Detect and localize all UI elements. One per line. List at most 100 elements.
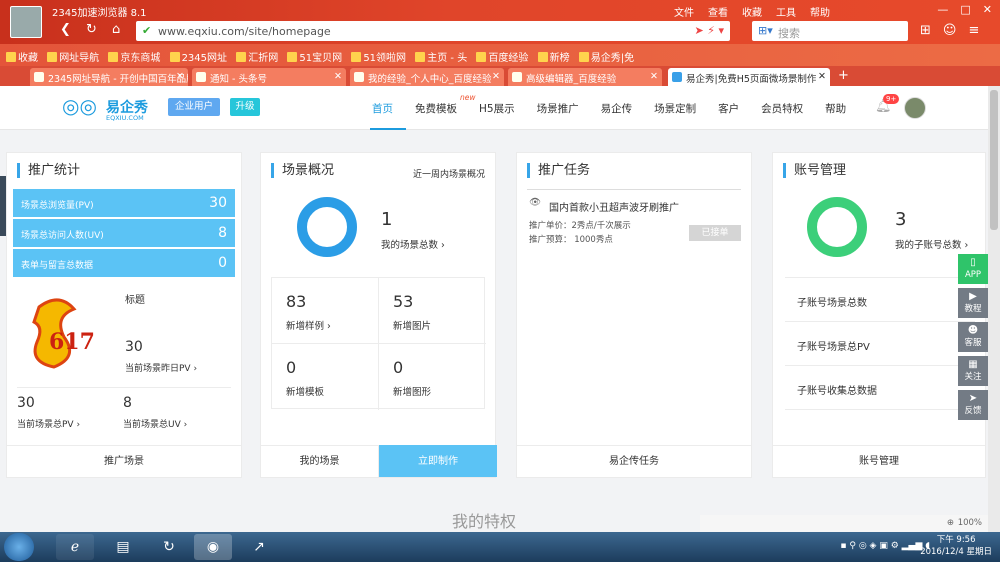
bookmark-item[interactable]: 汇折网	[236, 49, 278, 64]
scrollbar-thumb[interactable]	[990, 90, 998, 230]
nav-yiqichuan[interactable]: 易企传	[601, 101, 633, 116]
logo-mark-icon: ◎◎	[62, 94, 97, 118]
browser-user-avatar[interactable]	[10, 6, 42, 38]
app-taskbar-icon[interactable]: ↗	[240, 534, 278, 560]
nav-client[interactable]: 客户	[718, 101, 739, 116]
tutorial-button[interactable]: ▶ 教程	[958, 288, 988, 318]
minimize-icon[interactable]: —	[937, 3, 948, 16]
yiqichuan-task-button[interactable]: 易企传任务	[517, 445, 751, 477]
bookmark-item[interactable]: 51宝贝网	[287, 49, 342, 64]
nav-help[interactable]: 帮助	[825, 101, 846, 116]
windows-taskbar: ℯ ▤ ↻ ◉ ↗ ▪ ⚲ ◎ ◈ ▣ ⚙ ▂▄▆ ◖ 下午 9:56 2016/…	[0, 532, 1000, 562]
menu-tools[interactable]: 工具	[776, 8, 796, 19]
browser-taskbar-icon[interactable]: ◉	[194, 534, 232, 560]
bookmark-favorites[interactable]: 收藏	[6, 49, 38, 64]
promote-scene-button[interactable]: 推广场景	[7, 445, 241, 477]
support-button[interactable]: ☻ 客服	[958, 322, 988, 352]
nav-free-templates[interactable]: 免费模板	[415, 101, 457, 116]
promo-task-card: 推广任务 👁︎ 国内首款小丑超声波牙刷推广 推广单价：2秀点/千次展示 推广预算…	[516, 152, 752, 478]
tab-close-icon[interactable]: ✕	[334, 71, 342, 82]
tab-close-icon[interactable]: ✕	[818, 71, 826, 82]
create-now-button[interactable]: 立即制作	[379, 445, 497, 477]
my-scenes-button[interactable]: 我的场景	[261, 445, 379, 477]
site-logo[interactable]: ◎◎ 易企秀 EQXIU.COM	[62, 94, 148, 122]
folder-icon[interactable]: ▤	[104, 534, 142, 560]
user-icon[interactable]: ☺	[943, 23, 957, 38]
new-badge: new	[460, 93, 476, 102]
nav-scene-promotion[interactable]: 场景推广	[537, 101, 579, 116]
bookmark-item[interactable]: 2345网址	[169, 49, 227, 64]
accepted-button[interactable]: 已接单	[689, 225, 741, 241]
zoom-level[interactable]: 100%	[958, 518, 982, 528]
home-icon[interactable]: ⌂	[112, 22, 120, 37]
tab-item[interactable]: 通知 - 头条号 ✕	[192, 68, 346, 86]
stat-new-samples[interactable]: 83 新增样例 ›	[272, 278, 379, 344]
url-text[interactable]: www.eqxiu.com/site/homepage	[158, 25, 331, 38]
zoom-icon[interactable]: ⊕	[947, 518, 954, 528]
menu-file[interactable]: 文件	[674, 8, 694, 19]
apps-icon[interactable]: ⊞	[920, 23, 931, 38]
subaccount-link[interactable]: 我的子账号总数 ›	[895, 237, 968, 251]
search-engine-icon[interactable]: ⊞▾	[758, 24, 773, 37]
tab-item[interactable]: 高级编辑器_百度经验 ✕	[508, 68, 662, 86]
tab-close-icon[interactable]: ✕	[492, 71, 500, 82]
bookmark-item[interactable]: 京东商城	[108, 49, 160, 64]
tab-item[interactable]: 2345网址导航 - 开创中国百年品牌 ✕	[30, 68, 188, 86]
user-avatar[interactable]	[904, 97, 926, 119]
upgrade-button[interactable]: 升级	[230, 98, 260, 116]
clock[interactable]: 下午 9:56 2016/12/4 星期日	[920, 534, 992, 558]
stat-row-uv[interactable]: 场景总访问人数(UV) 8	[13, 219, 235, 247]
nav-home[interactable]: 首页	[372, 101, 393, 116]
enterprise-user-button[interactable]: 企业用户	[168, 98, 220, 116]
menu-icon[interactable]: ≡	[968, 23, 979, 38]
scene-count-link[interactable]: 我的场景总数 ›	[381, 237, 445, 251]
menu-view[interactable]: 查看	[708, 8, 728, 19]
back-icon[interactable]: ❮	[60, 22, 76, 38]
nav-scene-custom[interactable]: 场景定制	[654, 101, 696, 116]
refresh-app-icon[interactable]: ↻	[150, 534, 188, 560]
account-manage-button[interactable]: 账号管理	[773, 445, 985, 477]
tab-close-icon[interactable]: ✕	[176, 71, 184, 82]
bookmark-item[interactable]: 新榜	[537, 49, 570, 64]
total-uv-link[interactable]: 当前场景总UV ›	[123, 417, 187, 430]
send-icon: ➤	[968, 393, 978, 404]
yesterday-pv-link[interactable]: 当前场景昨日PV ›	[125, 361, 197, 374]
tab-close-icon[interactable]: ✕	[650, 71, 658, 82]
total-uv-value: 8	[123, 395, 132, 411]
feedback-button[interactable]: ➤ 反馈	[958, 390, 988, 420]
refresh-icon[interactable]: ↻	[86, 22, 97, 37]
follow-button[interactable]: ▦ 关注	[958, 356, 988, 386]
menu-help[interactable]: 帮助	[810, 8, 830, 19]
tab-item-active[interactable]: 易企秀|免费H5页面微场景制作 ✕	[668, 68, 830, 86]
nav-member[interactable]: 会员特权	[761, 101, 803, 116]
search-box[interactable]: ⊞▾ 搜索	[752, 21, 908, 41]
search-input[interactable]: 搜索	[778, 25, 800, 41]
bookmark-item[interactable]: 51领啦网	[351, 49, 406, 64]
next-section-title: 我的特权	[452, 512, 517, 531]
stat-row-pv[interactable]: 场景总浏览量(PV) 30	[13, 189, 235, 217]
maximize-icon[interactable]: □	[960, 3, 970, 16]
subaccount-scenes-row: 子账号场景总数	[785, 278, 975, 322]
bookmark-item[interactable]: 百度经验	[476, 49, 528, 64]
stat-row-forms[interactable]: 表单与留言总数据 0	[13, 249, 235, 277]
address-bar[interactable]: ✔ www.eqxiu.com/site/homepage ➤ ⚡ ▾	[136, 21, 730, 41]
nav-h5-showcase[interactable]: H5展示	[479, 101, 515, 116]
menu-favorites[interactable]: 收藏	[742, 8, 762, 19]
ie-icon[interactable]: ℯ	[56, 534, 94, 560]
system-tray[interactable]: ▪ ⚲ ◎ ◈ ▣ ⚙ ▂▄▆ ◖	[840, 541, 930, 551]
weekly-overview-link[interactable]: 近一周内场景概况	[413, 167, 485, 180]
bookmark-item[interactable]: 主页 - 头	[415, 49, 467, 64]
bookmark-item[interactable]: 网址导航	[47, 49, 99, 64]
close-icon[interactable]: ✕	[983, 3, 992, 16]
scene-count-ring	[297, 197, 357, 257]
scene-thumbnail[interactable]: 617	[19, 287, 103, 377]
app-button[interactable]: ▯ APP	[958, 254, 988, 284]
bookmark-item[interactable]: 易企秀|免	[578, 49, 634, 64]
task-name[interactable]: 国内首款小丑超声波牙刷推广	[549, 199, 679, 214]
accelerate-icon[interactable]: ➤ ⚡ ▾	[695, 24, 724, 37]
new-tab-icon[interactable]: +	[838, 68, 849, 83]
start-button[interactable]	[4, 533, 34, 561]
svg-text:617: 617	[49, 329, 95, 355]
tab-item[interactable]: 我的经验_个人中心_百度经验 ✕	[350, 68, 504, 86]
total-pv-link[interactable]: 当前场景总PV ›	[17, 417, 80, 430]
